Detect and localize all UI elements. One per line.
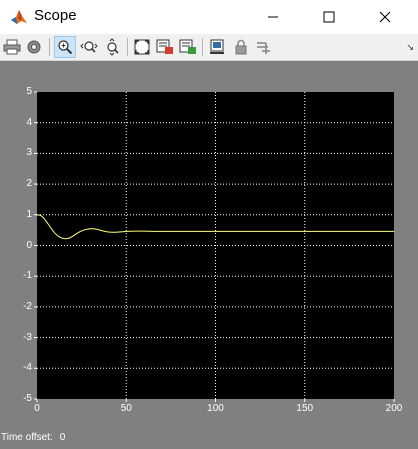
time-offset-status: Time offset: 0 <box>1 432 65 443</box>
toolbar-separator <box>49 38 50 56</box>
x-tick-label: 0 <box>34 403 40 414</box>
y-tick-label: 0 <box>26 239 32 251</box>
x-tick-label: 100 <box>207 403 224 414</box>
save-axes-settings-icon <box>156 39 173 54</box>
restore-axes-settings-button[interactable] <box>177 36 199 58</box>
maximize-icon <box>323 11 335 23</box>
zoom-in-button[interactable] <box>54 36 76 58</box>
close-icon <box>379 11 391 23</box>
zoom-x-button[interactable] <box>78 36 100 58</box>
toolbar-overflow-icon[interactable]: ↘ <box>406 42 414 53</box>
scope-window: Scope ↘ 5 4 3 2 1 0 -1 -2 -3 -4 -5 0 50 … <box>0 0 418 449</box>
toolbar: ↘ <box>0 34 418 61</box>
save-axes-settings-button[interactable] <box>154 36 176 58</box>
scope-plot[interactable] <box>0 61 418 449</box>
y-tick-label: -4 <box>23 362 32 374</box>
toolbar-separator <box>127 38 128 56</box>
y-tick-label: 5 <box>26 86 32 97</box>
zoom-in-icon <box>58 40 73 55</box>
y-tick-label: 4 <box>26 116 32 128</box>
autoscale-button[interactable] <box>131 36 153 58</box>
y-tick-label: -1 <box>23 270 32 282</box>
title-bar[interactable]: Scope <box>0 0 418 34</box>
y-tick-label: 2 <box>26 178 32 190</box>
zoom-x-icon <box>80 41 98 53</box>
scope-display: 5 4 3 2 1 0 -1 -2 -3 -4 -5 0 50 100 150 200 Time offse… <box>0 61 418 449</box>
y-tick-label: -2 <box>23 300 32 312</box>
time-offset-value: 0 <box>59 432 66 443</box>
lock-axes-button[interactable] <box>230 36 252 58</box>
parameters-gear-icon <box>27 40 41 54</box>
x-tick-label: 200 <box>385 403 403 414</box>
restore-axes-settings-icon <box>179 39 196 54</box>
minimize-button[interactable] <box>250 0 296 34</box>
print-button[interactable] <box>1 36 23 58</box>
parameters-button[interactable] <box>23 36 45 58</box>
matlab-logo-icon <box>10 8 28 26</box>
y-tick-label: -3 <box>23 331 32 343</box>
time-offset-label: Time offset: <box>1 432 53 443</box>
toolbar-separator <box>202 38 203 56</box>
autoscale-icon <box>134 39 150 55</box>
x-tick-label: 50 <box>120 403 132 414</box>
floating-scope-button[interactable] <box>206 36 228 58</box>
window-title: Scope <box>34 7 77 24</box>
maximize-button[interactable] <box>306 0 352 34</box>
print-icon <box>3 39 21 55</box>
zoom-y-button[interactable] <box>102 36 124 58</box>
y-tick-label: 3 <box>26 147 32 159</box>
close-button[interactable] <box>362 0 408 34</box>
zoom-y-icon <box>107 38 119 56</box>
signal-selection-icon <box>257 42 270 54</box>
lock-axes-icon <box>235 39 247 55</box>
x-tick-label: 150 <box>296 403 314 414</box>
signal-selection-button[interactable] <box>254 36 276 58</box>
minimize-icon <box>268 16 278 18</box>
floating-scope-icon <box>210 39 224 54</box>
y-tick-label: 1 <box>26 208 32 220</box>
